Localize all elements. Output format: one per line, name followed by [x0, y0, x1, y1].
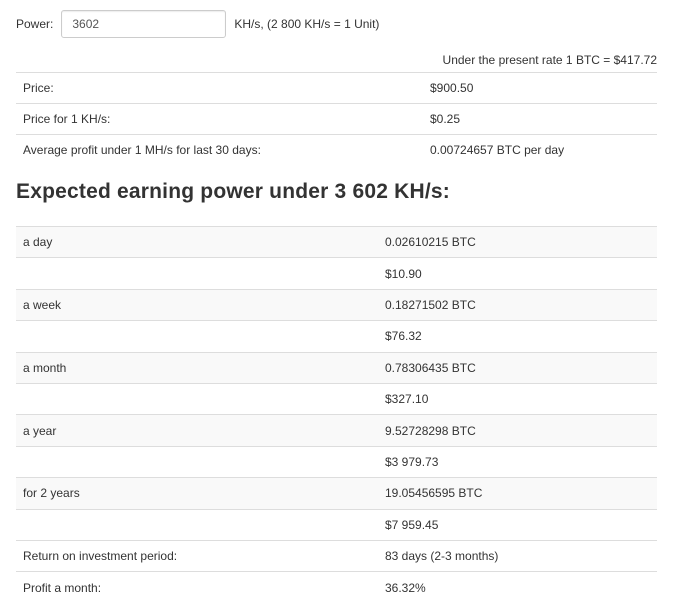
- period-label: [16, 445, 378, 478]
- earning-value: 0.02610215 BTC: [378, 225, 657, 258]
- earning-value: $10.90: [378, 257, 657, 290]
- table-row: Price for 1 KH/s: $0.25: [16, 103, 657, 135]
- table-row: $76.32: [16, 320, 657, 353]
- price-value: $900.50: [423, 72, 657, 104]
- table-row: $3 979.73: [16, 445, 657, 478]
- table-row: Profit a month: 36.32%: [16, 571, 657, 603]
- table-row: a month 0.78306435 BTC: [16, 351, 657, 384]
- earning-value: 19.05456595 BTC: [378, 477, 657, 510]
- table-row: Average profit under 1 MH/s for last 30 …: [16, 134, 657, 166]
- earning-value: 0.78306435 BTC: [378, 351, 657, 384]
- table-row: a year 9.52728298 BTC: [16, 414, 657, 447]
- price-table: Price: $900.50 Price for 1 KH/s: $0.25 A…: [16, 72, 657, 166]
- table-row: $10.90: [16, 257, 657, 290]
- period-label: a month: [16, 351, 378, 384]
- earning-value: $327.10: [378, 382, 657, 415]
- roi-period-value: 83 days (2-3 months): [378, 539, 657, 572]
- monthly-profit-value: 36.32%: [378, 571, 657, 603]
- earnings-heading: Expected earning power under 3 602 KH/s:: [16, 180, 450, 203]
- table-row: Price: $900.50: [16, 72, 657, 104]
- period-label: [16, 257, 378, 290]
- monthly-profit-label: Profit a month:: [16, 571, 378, 603]
- earning-value: $7 959.45: [378, 508, 657, 541]
- earning-value: $76.32: [378, 320, 657, 353]
- earnings-table: a day 0.02610215 BTC $10.90 a week 0.182…: [16, 225, 657, 603]
- average-profit-value: 0.00724657 BTC per day: [423, 134, 657, 166]
- earning-value: $3 979.73: [378, 445, 657, 478]
- period-label: a day: [16, 225, 378, 258]
- power-unit-note: KH/s, (2 800 KH/s = 1 Unit): [234, 17, 380, 31]
- table-row: $7 959.45: [16, 508, 657, 541]
- roi-period-label: Return on investment period:: [16, 539, 378, 572]
- table-row: a week 0.18271502 BTC: [16, 288, 657, 321]
- period-label: a week: [16, 288, 378, 321]
- power-label: Power:: [16, 17, 54, 31]
- power-row: Power: KH/s, (2 800 KH/s = 1 Unit): [16, 8, 379, 40]
- earning-value: 9.52728298 BTC: [378, 414, 657, 447]
- table-row: Return on investment period: 83 days (2-…: [16, 539, 657, 572]
- earning-value: 0.18271502 BTC: [378, 288, 657, 321]
- btc-rate-note: Under the present rate 1 BTC = $417.72: [442, 53, 657, 67]
- price-per-khs-label: Price for 1 KH/s:: [16, 103, 423, 135]
- price-per-khs-value: $0.25: [423, 103, 657, 135]
- average-profit-label: Average profit under 1 MH/s for last 30 …: [16, 134, 423, 166]
- power-input[interactable]: [61, 10, 227, 38]
- period-label: for 2 years: [16, 477, 378, 510]
- table-row: for 2 years 19.05456595 BTC: [16, 477, 657, 510]
- price-label: Price:: [16, 72, 423, 104]
- table-row: a day 0.02610215 BTC: [16, 225, 657, 258]
- period-label: a year: [16, 414, 378, 447]
- table-row: $327.10: [16, 382, 657, 415]
- period-label: [16, 320, 378, 353]
- period-label: [16, 508, 378, 541]
- period-label: [16, 382, 378, 415]
